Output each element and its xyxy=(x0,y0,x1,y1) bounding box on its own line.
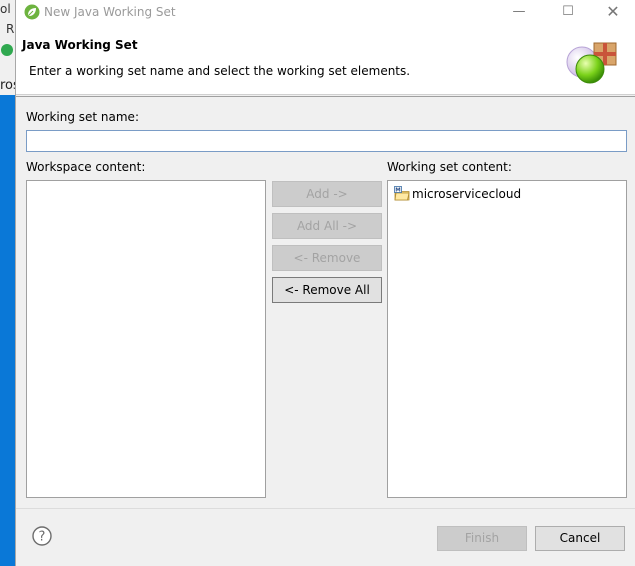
background-text: ros xyxy=(0,78,15,93)
working-set-wizard-icon xyxy=(566,42,617,84)
page-title: Java Working Set xyxy=(22,38,138,52)
background-panel xyxy=(0,95,15,566)
remove-button[interactable]: <- Remove xyxy=(272,245,382,271)
footer-separator xyxy=(16,508,635,509)
workspace-content-label: Workspace content: xyxy=(26,160,146,174)
close-button[interactable]: ✕ xyxy=(598,2,628,22)
working-set-content-tree[interactable]: M microservicecloud xyxy=(387,180,627,498)
cancel-button[interactable]: Cancel xyxy=(535,526,625,551)
help-icon[interactable]: ? xyxy=(32,526,52,546)
window-title: New Java Working Set xyxy=(44,5,176,19)
svg-text:M: M xyxy=(395,188,400,194)
finish-button[interactable]: Finish xyxy=(437,526,527,551)
title-bar[interactable]: New Java Working Set — ☐ ✕ xyxy=(16,0,635,25)
maximize-button[interactable]: ☐ xyxy=(553,2,583,22)
tree-item-microservicecloud[interactable]: M microservicecloud xyxy=(394,185,521,203)
add-all-button[interactable]: Add All -> xyxy=(272,213,382,239)
background-text: R xyxy=(6,22,15,36)
background-text: ol xyxy=(0,2,11,16)
working-set-name-input[interactable] xyxy=(26,130,627,152)
wizard-banner: Java Working Set Enter a working set nam… xyxy=(16,25,635,95)
background-ide-strip: ol R ros xyxy=(0,0,15,566)
add-button[interactable]: Add -> xyxy=(272,181,382,207)
banner-divider xyxy=(16,96,635,97)
tree-item-label: microservicecloud xyxy=(412,187,522,201)
remove-all-button[interactable]: <- Remove All xyxy=(272,277,382,303)
working-set-name-label: Working set name: xyxy=(26,110,139,124)
new-java-working-set-dialog: New Java Working Set — ☐ ✕ Java Working … xyxy=(15,0,635,566)
java-project-icon: M xyxy=(394,186,410,201)
spring-leaf-icon xyxy=(24,4,40,20)
minimize-button[interactable]: — xyxy=(504,2,534,22)
working-set-content-label: Working set content: xyxy=(387,160,512,174)
svg-text:?: ? xyxy=(39,530,46,545)
page-description: Enter a working set name and select the … xyxy=(29,64,411,78)
run-icon xyxy=(1,44,13,56)
workspace-content-tree[interactable] xyxy=(26,180,266,498)
